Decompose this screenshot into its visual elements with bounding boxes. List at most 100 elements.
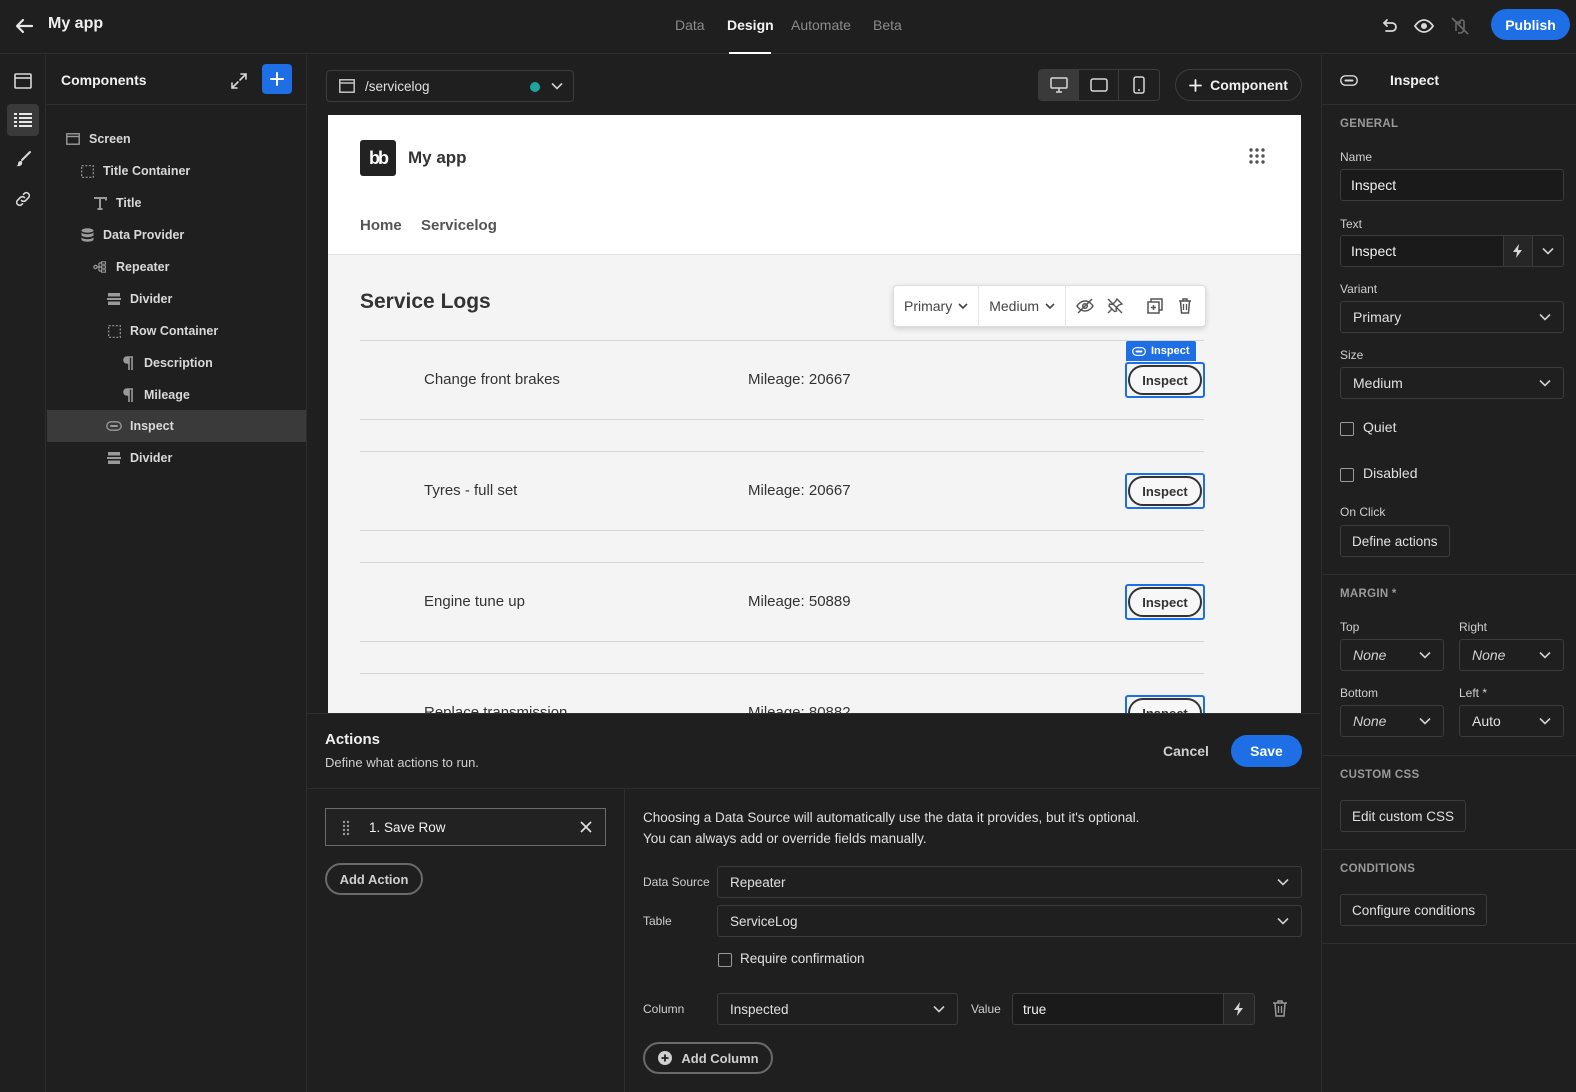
- configure-conditions-button[interactable]: Configure conditions: [1340, 894, 1488, 926]
- inspect-button[interactable]: Inspect: [1128, 587, 1202, 617]
- panel-divider: [1322, 574, 1576, 575]
- tab-automate[interactable]: Automate: [791, 17, 851, 33]
- components-title: Components: [61, 72, 147, 88]
- delete-column-icon[interactable]: [1272, 999, 1292, 1019]
- top-bar: My app Data Design Automate Beta Publish: [0, 0, 1576, 54]
- theme-brush-icon[interactable]: [7, 143, 39, 175]
- data-source-select[interactable]: Repeater: [717, 866, 1302, 898]
- edit-custom-css-button[interactable]: Edit custom CSS: [1340, 800, 1467, 832]
- repeater-icon: [92, 259, 108, 275]
- add-action-button[interactable]: Add Action: [325, 863, 423, 895]
- hide-icon[interactable]: [1070, 285, 1100, 327]
- name-input[interactable]: [1340, 169, 1564, 201]
- delete-icon[interactable]: [1170, 285, 1200, 327]
- variant-quick-select[interactable]: Primary: [894, 285, 980, 327]
- apps-grid-icon[interactable]: [1248, 147, 1268, 167]
- log-mileage: Mileage: 50889: [748, 593, 851, 610]
- drawer-divider: [307, 788, 1320, 789]
- inspect-button[interactable]: Inspect: [1128, 476, 1202, 506]
- size-quick-select[interactable]: Medium: [979, 285, 1067, 327]
- text-binding-lightning-icon[interactable]: [1503, 235, 1533, 267]
- margin-bottom-select[interactable]: None: [1340, 705, 1444, 737]
- add-component-button[interactable]: [262, 64, 292, 94]
- margin-left-select[interactable]: Auto: [1459, 705, 1564, 737]
- table-select[interactable]: ServiceLog: [717, 905, 1302, 937]
- inspect-button[interactable]: Inspect: [1128, 698, 1202, 713]
- cancel-button[interactable]: Cancel: [1163, 743, 1209, 759]
- help-disabled-icon[interactable]: [1449, 15, 1471, 37]
- binding-lightning-icon[interactable]: [1223, 993, 1255, 1025]
- close-icon[interactable]: [580, 821, 592, 833]
- column-select[interactable]: Inspected: [717, 993, 958, 1025]
- size-select[interactable]: Medium: [1340, 367, 1564, 399]
- size-value: Medium: [1353, 375, 1403, 391]
- inspect-button[interactable]: Inspect: [1128, 365, 1202, 395]
- size-quick-value: Medium: [989, 298, 1040, 314]
- unpin-icon[interactable]: [1100, 285, 1130, 327]
- tab-design[interactable]: Design: [727, 17, 774, 33]
- add-column-label: Add Column: [681, 1050, 759, 1066]
- container-icon: [79, 163, 95, 179]
- left-rail: [0, 55, 46, 1092]
- tree-item-label: Description: [144, 356, 213, 370]
- drag-handle-icon[interactable]: [342, 820, 350, 836]
- tree-item-divider[interactable]: Divider: [47, 283, 306, 315]
- expand-icon[interactable]: [229, 71, 249, 91]
- duplicate-icon[interactable]: [1140, 285, 1170, 327]
- size-label: Size: [1340, 348, 1364, 362]
- add-column-button[interactable]: Add Column: [643, 1042, 773, 1074]
- tree-item-title-container[interactable]: Title Container: [47, 155, 306, 187]
- margin-right-label: Right: [1459, 620, 1488, 634]
- preview-eye-icon[interactable]: [1413, 15, 1435, 37]
- tree-item-data-provider[interactable]: Data Provider: [47, 219, 306, 251]
- link-icon[interactable]: [7, 183, 39, 215]
- route-select[interactable]: /servicelog: [326, 70, 574, 102]
- action-list-item[interactable]: 1. Save Row: [325, 808, 606, 846]
- log-description: Tyres - full set: [424, 482, 518, 499]
- back-arrow-icon[interactable]: [12, 14, 36, 38]
- add-component-pill-button[interactable]: Component: [1175, 69, 1302, 101]
- component-tree-icon[interactable]: [7, 104, 39, 136]
- tab-beta[interactable]: Beta: [873, 17, 902, 33]
- tree-item-inspect[interactable]: Inspect: [47, 410, 306, 442]
- column-label: Column: [643, 1002, 685, 1016]
- mobile-device-button[interactable]: [1119, 70, 1159, 100]
- publish-button[interactable]: Publish: [1491, 9, 1570, 40]
- tree-item-label: Title Container: [103, 164, 191, 178]
- drawer-divider-vertical: [624, 789, 625, 1092]
- tree-item-label: Title: [116, 196, 142, 210]
- tree-item-screen[interactable]: Screen: [47, 123, 306, 155]
- component-quick-toolbar: Primary Medium: [893, 285, 1206, 327]
- tree-item-title[interactable]: Title: [47, 187, 306, 219]
- nav-link-servicelog[interactable]: Servicelog: [421, 217, 497, 234]
- nav-link-home[interactable]: Home: [360, 217, 402, 234]
- tablet-device-button[interactable]: [1079, 70, 1119, 100]
- variant-select[interactable]: Primary: [1340, 301, 1564, 333]
- quiet-checkbox[interactable]: [1340, 422, 1354, 436]
- text-options-chevron-icon[interactable]: [1532, 235, 1564, 267]
- save-button[interactable]: Save: [1231, 735, 1302, 767]
- chevron-down-icon: [1539, 717, 1551, 725]
- desktop-device-button[interactable]: [1039, 70, 1079, 100]
- chevron-down-icon: [958, 302, 968, 309]
- tree-item-label: Mileage: [144, 388, 190, 402]
- desktop-icon: [1049, 77, 1068, 93]
- margin-top-label: Top: [1340, 620, 1360, 634]
- tree-item-divider-2[interactable]: Divider: [47, 442, 306, 474]
- define-actions-button[interactable]: Define actions: [1340, 525, 1450, 557]
- screens-icon[interactable]: [7, 65, 39, 97]
- undo-icon[interactable]: [1378, 15, 1400, 37]
- tree-item-repeater[interactable]: Repeater: [47, 251, 306, 283]
- tab-data[interactable]: Data: [675, 17, 705, 33]
- tree-item-row-container[interactable]: Row Container: [47, 315, 306, 347]
- tree-item-description[interactable]: Description: [47, 347, 306, 379]
- margin-top-select[interactable]: None: [1340, 639, 1444, 671]
- require-confirmation-checkbox[interactable]: [718, 953, 732, 967]
- tree-item-mileage[interactable]: Mileage: [47, 379, 306, 411]
- chevron-down-icon: [1419, 651, 1431, 659]
- text-input[interactable]: [1340, 235, 1504, 267]
- tree-item-label: Inspect: [130, 419, 174, 433]
- margin-right-select[interactable]: None: [1459, 639, 1564, 671]
- disabled-checkbox[interactable]: [1340, 468, 1354, 482]
- value-input[interactable]: [1012, 993, 1224, 1025]
